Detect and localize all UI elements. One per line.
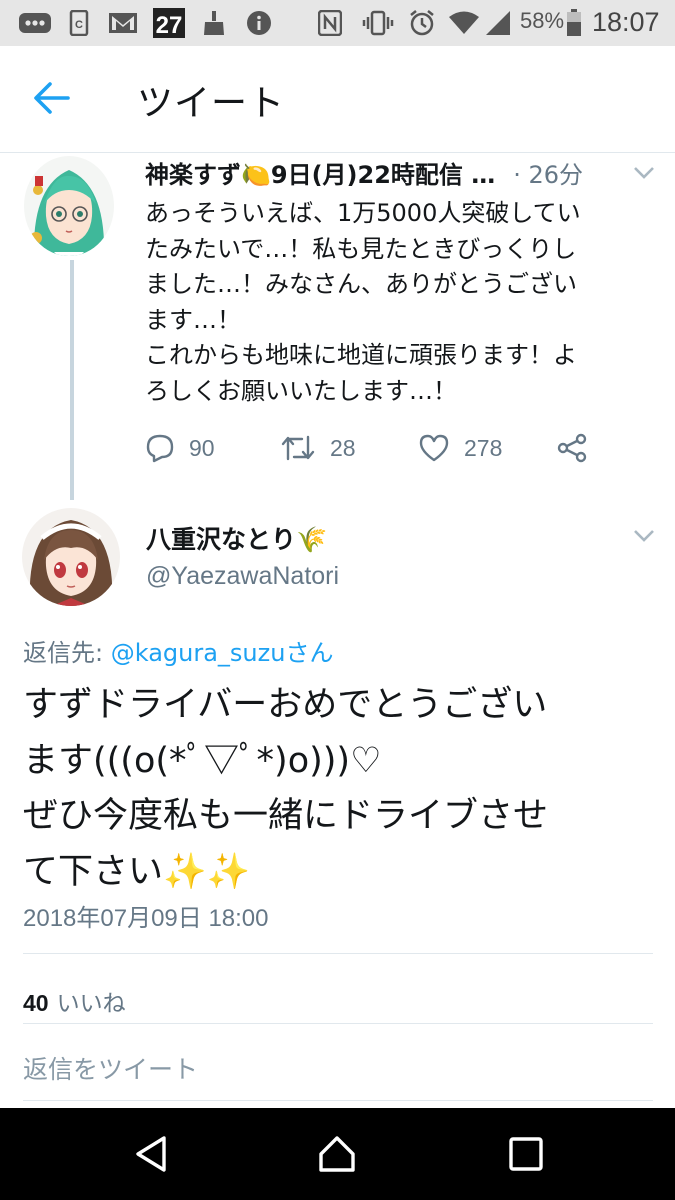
chevron-down-icon [634,167,654,179]
reply-button[interactable]: 90 [145,430,215,466]
parent-tweet-header: 神楽すず🍋9日(月)22時配信 … · 26分 [145,155,625,189]
status-time: 18:07 [592,7,660,37]
share-icon [557,433,587,463]
battery-icon [566,9,582,36]
divider [23,953,653,954]
heart-icon [419,434,449,462]
navigation-bar [0,1108,675,1200]
retweet-count: 28 [330,434,356,461]
user-handle[interactable]: @YaezawaNatori [146,562,339,591]
battery-percent: 58% [520,8,565,33]
like-count: 278 [464,434,503,461]
triangle-back-icon [136,1136,166,1172]
tweet-line: ろしくお願いいたします…！ [145,376,457,405]
avatar[interactable] [24,156,114,256]
tweet-line: たみたいで…！私も見たときびっくりし [145,234,577,263]
reply-to-label: 返信先: [23,639,111,667]
alarm-icon [408,10,436,36]
home-icon [319,1136,355,1172]
retweet-icon [281,435,315,461]
nav-back-button[interactable] [132,1134,172,1174]
nfc-icon [318,10,342,36]
like-total: 40 [23,990,49,1016]
divider [23,1023,653,1024]
tweet-line: ます(((o(*ﾟ▽ﾟ*)o)))♡ [23,740,382,781]
more-icon [18,10,52,36]
reply-input[interactable]: 返信をツイート [23,1050,198,1086]
tweet-line: ます…！ [145,305,241,334]
reply-to-line: 返信先: @kagura_suzuさん [23,633,333,668]
divider [23,1100,653,1101]
reply-count: 90 [189,434,215,461]
like-stats[interactable]: 40 いいね [23,984,126,1018]
avatar[interactable] [22,508,120,606]
tweet-timestamp[interactable]: 2018年07月09日 18:00 [23,898,269,933]
nav-recents-button[interactable] [506,1134,546,1174]
cleaner-icon [202,10,226,36]
calendar-27-icon: 27 [152,8,186,39]
tweet-line: て下さい✨✨ [23,851,251,892]
reply-icon [146,434,174,463]
signal-icon [484,10,512,36]
tweet-line: あっそういえば、1万5000人突破してい [145,199,581,227]
tweet-line: ました…！みなさん、ありがとうござい [145,270,577,299]
back-button[interactable] [32,80,80,120]
tweet-line: ぜひ今度私も一緒にドライブさせ [23,796,549,836]
tweet-line: すずドライバーおめでとうござい [23,685,548,725]
nav-home-button[interactable] [317,1134,357,1174]
like-button[interactable]: 278 [418,430,502,466]
tweet-menu-button[interactable] [633,165,655,181]
status-bar: C 27 58% 18:07 [0,0,675,46]
reply-to-mention[interactable]: @kagura_suzuさん [111,639,334,667]
arrow-left-icon [34,82,70,114]
square-recents-icon [509,1137,543,1171]
wifi-icon [448,10,480,36]
vibrate-icon [362,10,394,36]
display-name[interactable]: 八重沢なとり🌾 [146,520,327,556]
tweet-text: あっそういえば、1万5000人突破してい たみたいで…！私も見たときびっくりし … [145,196,655,410]
tweet-line: これからも地味に地道に頑張ります！よ [145,341,577,370]
tweet-menu-button[interactable] [633,528,655,544]
tweet-text: すずドライバーおめでとうござい ます(((o(*ﾟ▽ﾟ*)o)))♡ ぜひ今度私… [23,678,663,900]
time-ago: · 26分 [513,161,583,189]
display-name[interactable]: 神楽すず🍋9日(月)22時配信 … [145,161,495,189]
like-label: いいね [56,991,126,1017]
retweet-button[interactable]: 28 [280,430,356,466]
info-icon [246,10,272,36]
thread-line [70,260,74,500]
document-icon: C [68,10,90,36]
page-title: ツイート [137,83,286,124]
svg-text:C: C [75,19,83,31]
share-button[interactable] [556,430,602,466]
svg-text:27: 27 [156,12,183,39]
chevron-down-icon [634,530,654,542]
gmail-icon [108,10,138,36]
app-bar: ツイート [0,46,675,153]
